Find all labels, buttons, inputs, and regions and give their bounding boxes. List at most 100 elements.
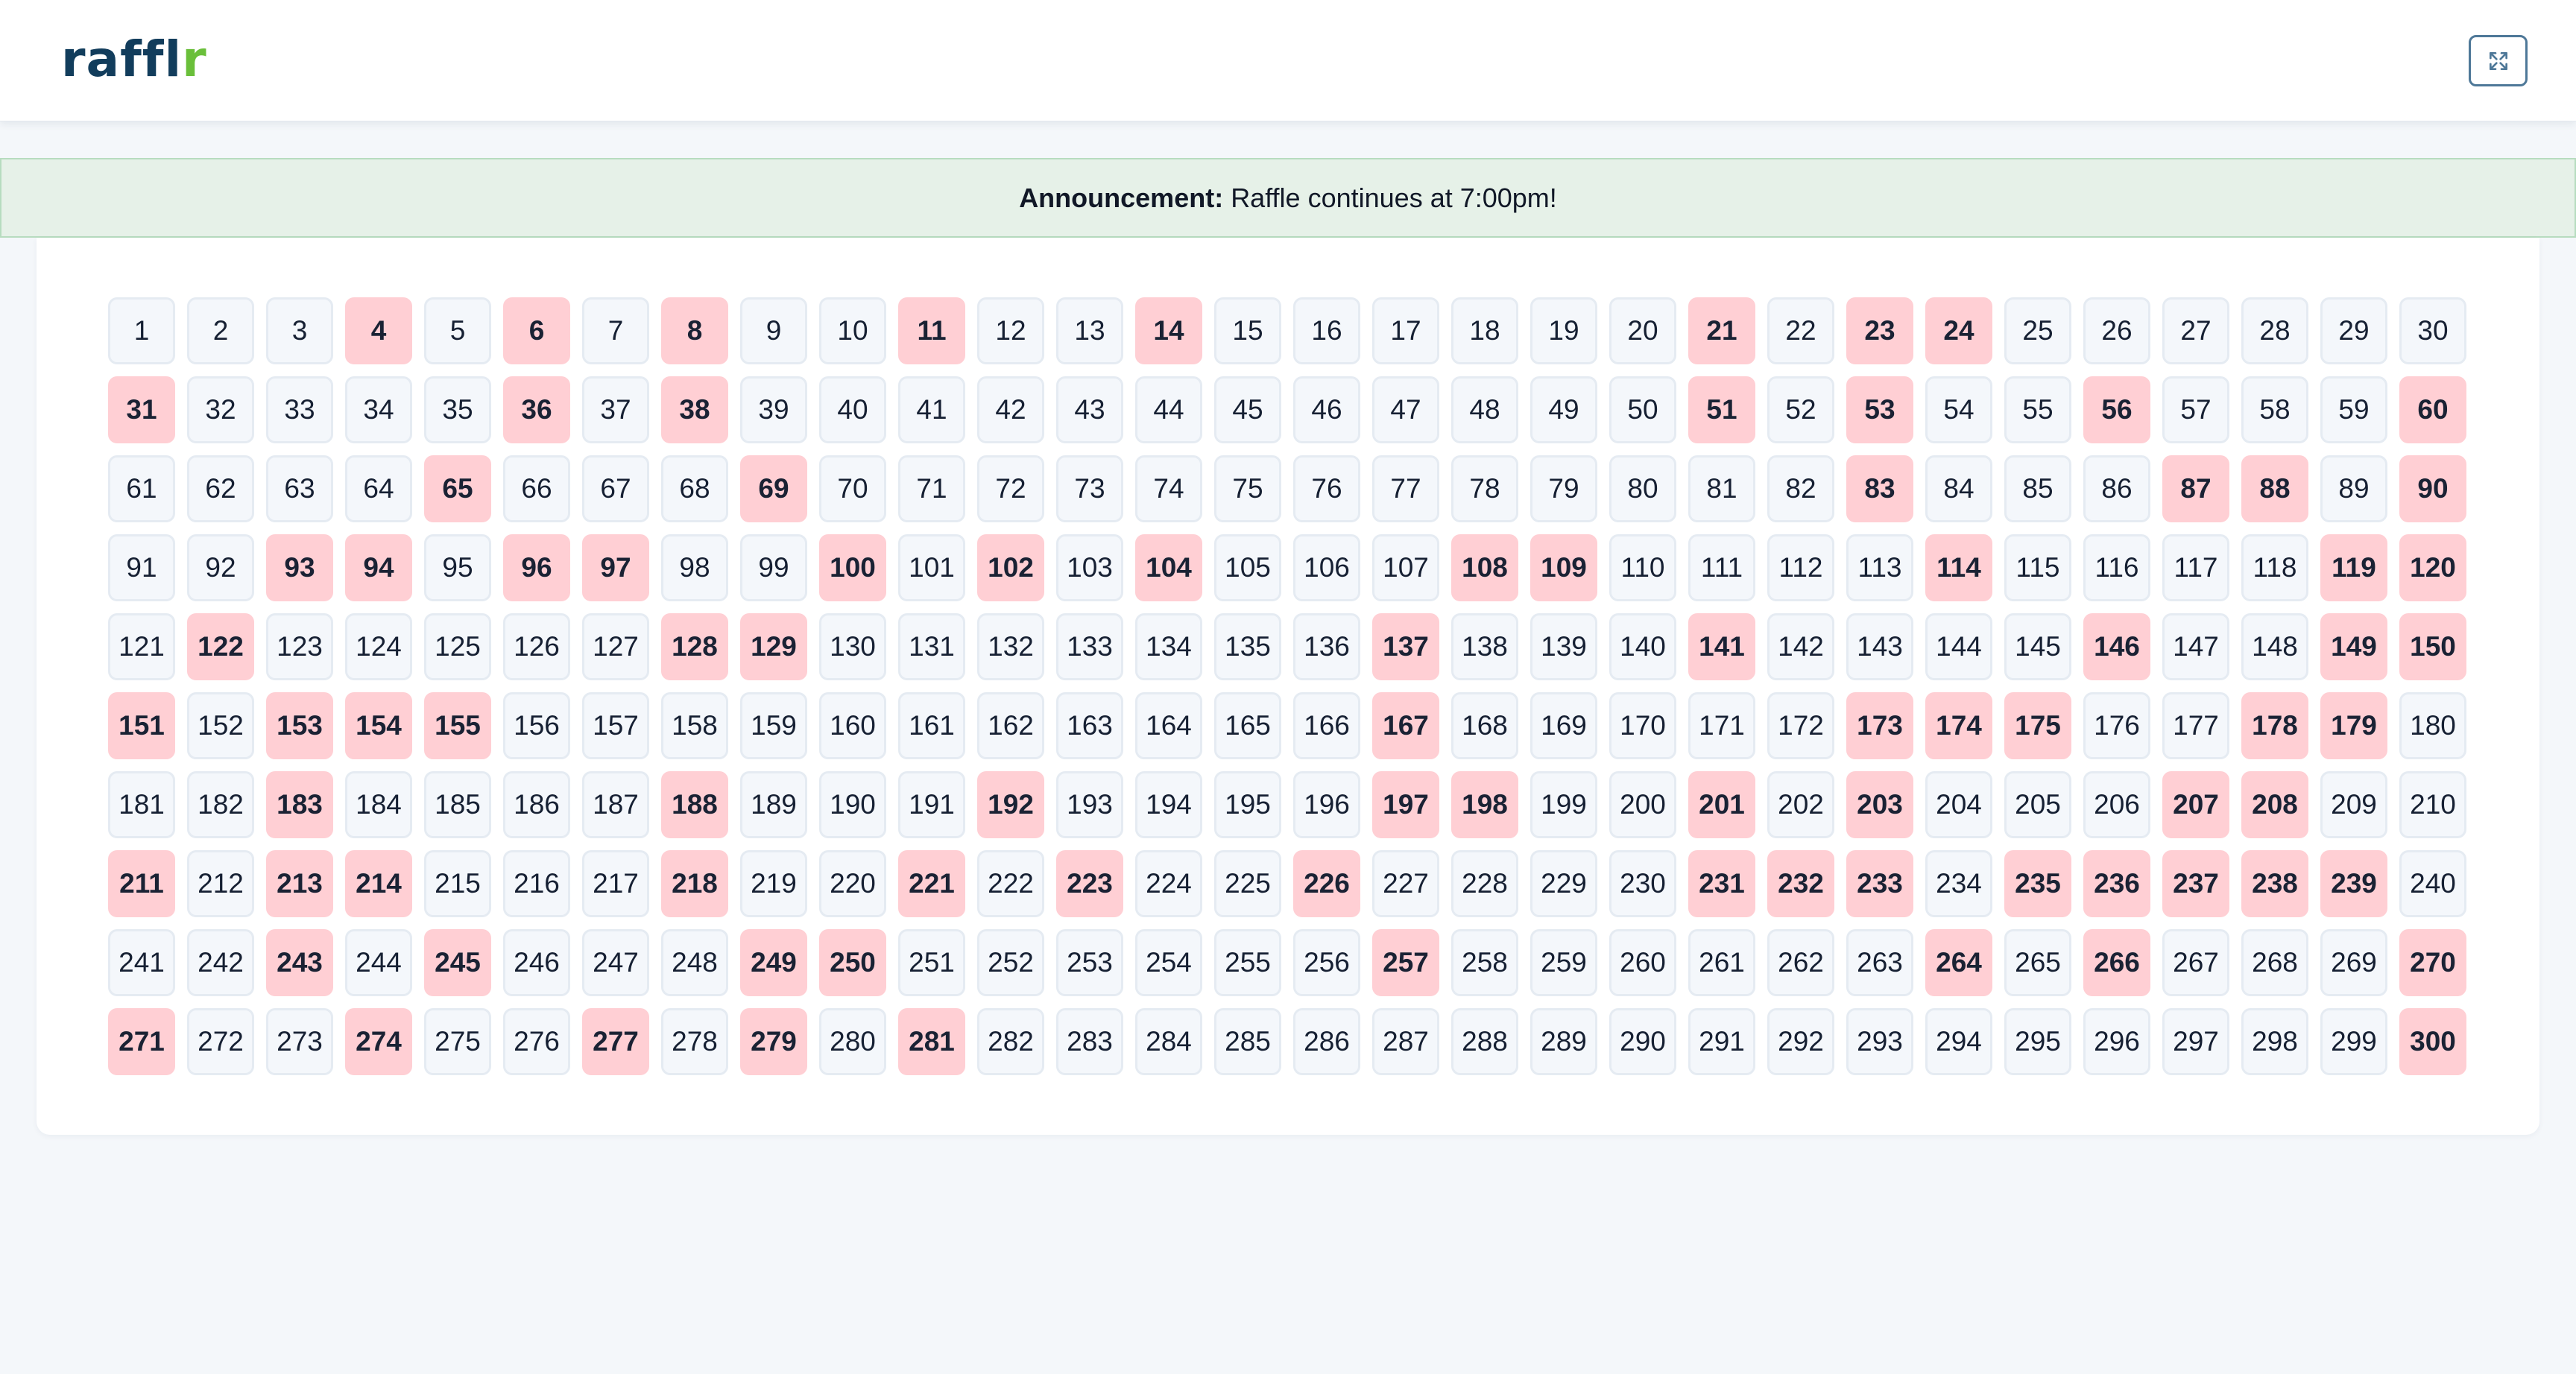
- rafflr-logo[interactable]: rafflr: [61, 30, 207, 89]
- raffle-number-17[interactable]: 17: [1372, 297, 1439, 364]
- raffle-number-222[interactable]: 222: [977, 850, 1044, 917]
- raffle-number-226[interactable]: 226: [1293, 850, 1360, 917]
- raffle-number-291[interactable]: 291: [1688, 1008, 1755, 1075]
- raffle-number-277[interactable]: 277: [582, 1008, 649, 1075]
- raffle-number-266[interactable]: 266: [2083, 929, 2150, 996]
- raffle-number-278[interactable]: 278: [661, 1008, 728, 1075]
- raffle-number-109[interactable]: 109: [1530, 534, 1597, 601]
- raffle-number-188[interactable]: 188: [661, 771, 728, 838]
- raffle-number-200[interactable]: 200: [1609, 771, 1676, 838]
- raffle-number-208[interactable]: 208: [2241, 771, 2308, 838]
- raffle-number-85[interactable]: 85: [2004, 455, 2071, 522]
- raffle-number-74[interactable]: 74: [1135, 455, 1202, 522]
- raffle-number-176[interactable]: 176: [2083, 692, 2150, 759]
- raffle-number-18[interactable]: 18: [1451, 297, 1518, 364]
- raffle-number-163[interactable]: 163: [1056, 692, 1123, 759]
- raffle-number-189[interactable]: 189: [740, 771, 807, 838]
- raffle-number-223[interactable]: 223: [1056, 850, 1123, 917]
- raffle-number-19[interactable]: 19: [1530, 297, 1597, 364]
- raffle-number-168[interactable]: 168: [1451, 692, 1518, 759]
- raffle-number-119[interactable]: 119: [2320, 534, 2387, 601]
- raffle-number-138[interactable]: 138: [1451, 613, 1518, 680]
- raffle-number-141[interactable]: 141: [1688, 613, 1755, 680]
- raffle-number-130[interactable]: 130: [819, 613, 886, 680]
- raffle-number-77[interactable]: 77: [1372, 455, 1439, 522]
- raffle-number-143[interactable]: 143: [1846, 613, 1913, 680]
- raffle-number-279[interactable]: 279: [740, 1008, 807, 1075]
- raffle-number-29[interactable]: 29: [2320, 297, 2387, 364]
- raffle-number-191[interactable]: 191: [898, 771, 965, 838]
- raffle-number-56[interactable]: 56: [2083, 376, 2150, 443]
- raffle-number-108[interactable]: 108: [1451, 534, 1518, 601]
- raffle-number-243[interactable]: 243: [266, 929, 333, 996]
- raffle-number-54[interactable]: 54: [1925, 376, 1992, 443]
- raffle-number-123[interactable]: 123: [266, 613, 333, 680]
- raffle-number-174[interactable]: 174: [1925, 692, 1992, 759]
- raffle-number-217[interactable]: 217: [582, 850, 649, 917]
- raffle-number-144[interactable]: 144: [1925, 613, 1992, 680]
- raffle-number-246[interactable]: 246: [503, 929, 570, 996]
- raffle-number-102[interactable]: 102: [977, 534, 1044, 601]
- raffle-number-162[interactable]: 162: [977, 692, 1044, 759]
- raffle-number-232[interactable]: 232: [1767, 850, 1834, 917]
- raffle-number-211[interactable]: 211: [108, 850, 175, 917]
- raffle-number-270[interactable]: 270: [2399, 929, 2466, 996]
- raffle-number-269[interactable]: 269: [2320, 929, 2387, 996]
- raffle-number-280[interactable]: 280: [819, 1008, 886, 1075]
- raffle-number-242[interactable]: 242: [187, 929, 254, 996]
- raffle-number-264[interactable]: 264: [1925, 929, 1992, 996]
- raffle-number-297[interactable]: 297: [2162, 1008, 2229, 1075]
- raffle-number-98[interactable]: 98: [661, 534, 728, 601]
- raffle-number-20[interactable]: 20: [1609, 297, 1676, 364]
- raffle-number-229[interactable]: 229: [1530, 850, 1597, 917]
- raffle-number-35[interactable]: 35: [424, 376, 491, 443]
- raffle-number-132[interactable]: 132: [977, 613, 1044, 680]
- raffle-number-252[interactable]: 252: [977, 929, 1044, 996]
- raffle-number-166[interactable]: 166: [1293, 692, 1360, 759]
- raffle-number-64[interactable]: 64: [345, 455, 412, 522]
- raffle-number-34[interactable]: 34: [345, 376, 412, 443]
- raffle-number-124[interactable]: 124: [345, 613, 412, 680]
- raffle-number-150[interactable]: 150: [2399, 613, 2466, 680]
- raffle-number-67[interactable]: 67: [582, 455, 649, 522]
- raffle-number-197[interactable]: 197: [1372, 771, 1439, 838]
- raffle-number-36[interactable]: 36: [503, 376, 570, 443]
- raffle-number-214[interactable]: 214: [345, 850, 412, 917]
- raffle-number-259[interactable]: 259: [1530, 929, 1597, 996]
- raffle-number-198[interactable]: 198: [1451, 771, 1518, 838]
- raffle-number-256[interactable]: 256: [1293, 929, 1360, 996]
- raffle-number-95[interactable]: 95: [424, 534, 491, 601]
- raffle-number-115[interactable]: 115: [2004, 534, 2071, 601]
- raffle-number-6[interactable]: 6: [503, 297, 570, 364]
- raffle-number-42[interactable]: 42: [977, 376, 1044, 443]
- raffle-number-196[interactable]: 196: [1293, 771, 1360, 838]
- raffle-number-179[interactable]: 179: [2320, 692, 2387, 759]
- raffle-number-218[interactable]: 218: [661, 850, 728, 917]
- raffle-number-219[interactable]: 219: [740, 850, 807, 917]
- raffle-number-234[interactable]: 234: [1925, 850, 1992, 917]
- raffle-number-187[interactable]: 187: [582, 771, 649, 838]
- raffle-number-207[interactable]: 207: [2162, 771, 2229, 838]
- raffle-number-63[interactable]: 63: [266, 455, 333, 522]
- raffle-number-233[interactable]: 233: [1846, 850, 1913, 917]
- raffle-number-175[interactable]: 175: [2004, 692, 2071, 759]
- raffle-number-157[interactable]: 157: [582, 692, 649, 759]
- raffle-number-159[interactable]: 159: [740, 692, 807, 759]
- raffle-number-257[interactable]: 257: [1372, 929, 1439, 996]
- raffle-number-199[interactable]: 199: [1530, 771, 1597, 838]
- raffle-number-60[interactable]: 60: [2399, 376, 2466, 443]
- raffle-number-50[interactable]: 50: [1609, 376, 1676, 443]
- raffle-number-129[interactable]: 129: [740, 613, 807, 680]
- raffle-number-170[interactable]: 170: [1609, 692, 1676, 759]
- raffle-number-158[interactable]: 158: [661, 692, 728, 759]
- raffle-number-237[interactable]: 237: [2162, 850, 2229, 917]
- raffle-number-244[interactable]: 244: [345, 929, 412, 996]
- raffle-number-153[interactable]: 153: [266, 692, 333, 759]
- raffle-number-31[interactable]: 31: [108, 376, 175, 443]
- raffle-number-182[interactable]: 182: [187, 771, 254, 838]
- raffle-number-11[interactable]: 11: [898, 297, 965, 364]
- raffle-number-1[interactable]: 1: [108, 297, 175, 364]
- raffle-number-183[interactable]: 183: [266, 771, 333, 838]
- raffle-number-155[interactable]: 155: [424, 692, 491, 759]
- raffle-number-81[interactable]: 81: [1688, 455, 1755, 522]
